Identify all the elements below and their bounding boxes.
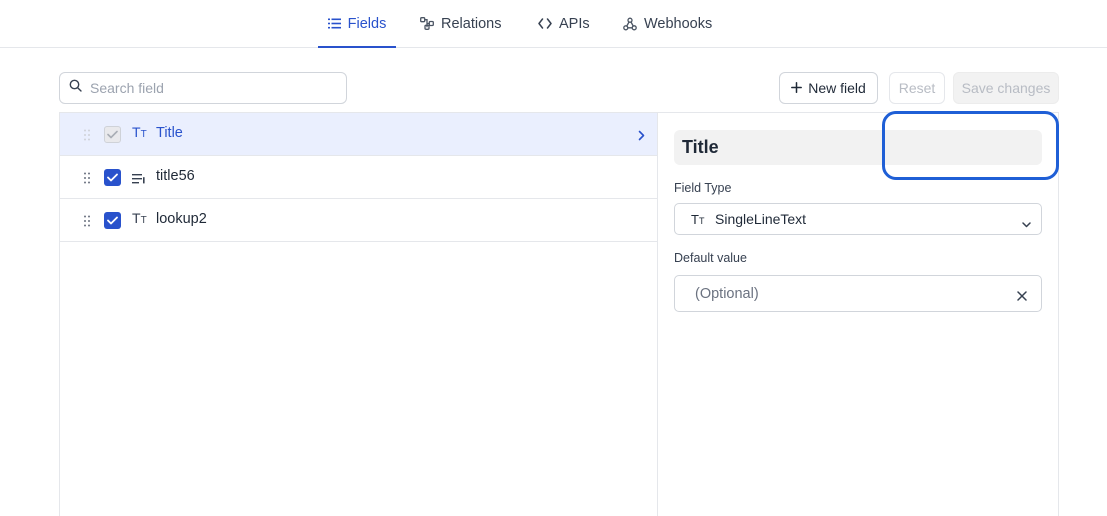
list-icon — [327, 18, 341, 29]
new-field-button[interactable]: New field — [779, 72, 878, 104]
new-field-label: New field — [808, 80, 866, 96]
field-checkbox-lookup2[interactable] — [104, 212, 121, 229]
close-icon[interactable] — [1017, 288, 1027, 306]
search-input[interactable] — [90, 80, 330, 96]
tab-webhooks-label: Webhooks — [644, 15, 713, 32]
drag-handle-icon[interactable] — [84, 171, 90, 189]
drag-handle-icon[interactable] — [84, 128, 90, 146]
plus-icon — [791, 80, 803, 96]
tab-fields-label: Fields — [347, 15, 387, 32]
field-type-value: SingleLineText — [715, 211, 807, 227]
text-type-icon: TT — [132, 124, 147, 140]
search-icon — [69, 79, 82, 97]
field-row-title56[interactable]: title56 — [60, 156, 657, 199]
fields-panel: TT Title title56 TT lookup2 Title Field … — [59, 112, 1059, 516]
field-checkbox-title[interactable] — [104, 126, 121, 143]
chevron-down-icon — [1022, 215, 1031, 231]
field-detail-panel: Title Field Type TT SingleLineText Defau… — [659, 113, 1059, 516]
field-checkbox-title56[interactable] — [104, 169, 121, 186]
field-type-label: Field Type — [674, 181, 732, 195]
field-list: TT Title title56 TT lookup2 — [60, 113, 658, 516]
field-name: Title — [156, 125, 183, 141]
code-icon — [538, 18, 552, 29]
tab-relations-label: Relations — [441, 15, 502, 32]
search-field-box[interactable] — [59, 72, 347, 104]
tab-apis[interactable]: APIs — [538, 0, 590, 47]
tab-relations[interactable]: Relations — [420, 0, 501, 47]
field-name: title56 — [156, 168, 195, 184]
drag-handle-icon[interactable] — [84, 214, 90, 232]
field-type-select[interactable]: TT SingleLineText — [674, 203, 1042, 235]
webhook-icon — [623, 17, 637, 31]
relations-icon — [420, 17, 434, 30]
tab-fields[interactable]: Fields — [318, 0, 396, 48]
default-value-field[interactable] — [674, 275, 1042, 312]
save-changes-button[interactable]: Save changes — [953, 72, 1059, 104]
chevron-right-icon[interactable] — [638, 128, 645, 146]
top-tab-bar: Fields Relations APIs Webhooks — [0, 0, 1107, 48]
tab-webhooks[interactable]: Webhooks — [623, 0, 712, 47]
field-row-lookup2[interactable]: TT lookup2 — [60, 199, 657, 242]
default-value-input[interactable] — [695, 285, 995, 302]
tab-apis-label: APIs — [559, 15, 590, 32]
reset-button[interactable]: Reset — [889, 72, 945, 104]
default-value-label: Default value — [674, 251, 747, 265]
field-title-input[interactable]: Title — [674, 130, 1042, 165]
text-type-icon: TT — [132, 210, 147, 226]
field-name: lookup2 — [156, 211, 207, 227]
text-type-icon: TT — [691, 211, 705, 227]
field-row-title[interactable]: TT Title — [60, 113, 657, 156]
long-text-icon — [132, 171, 150, 187]
